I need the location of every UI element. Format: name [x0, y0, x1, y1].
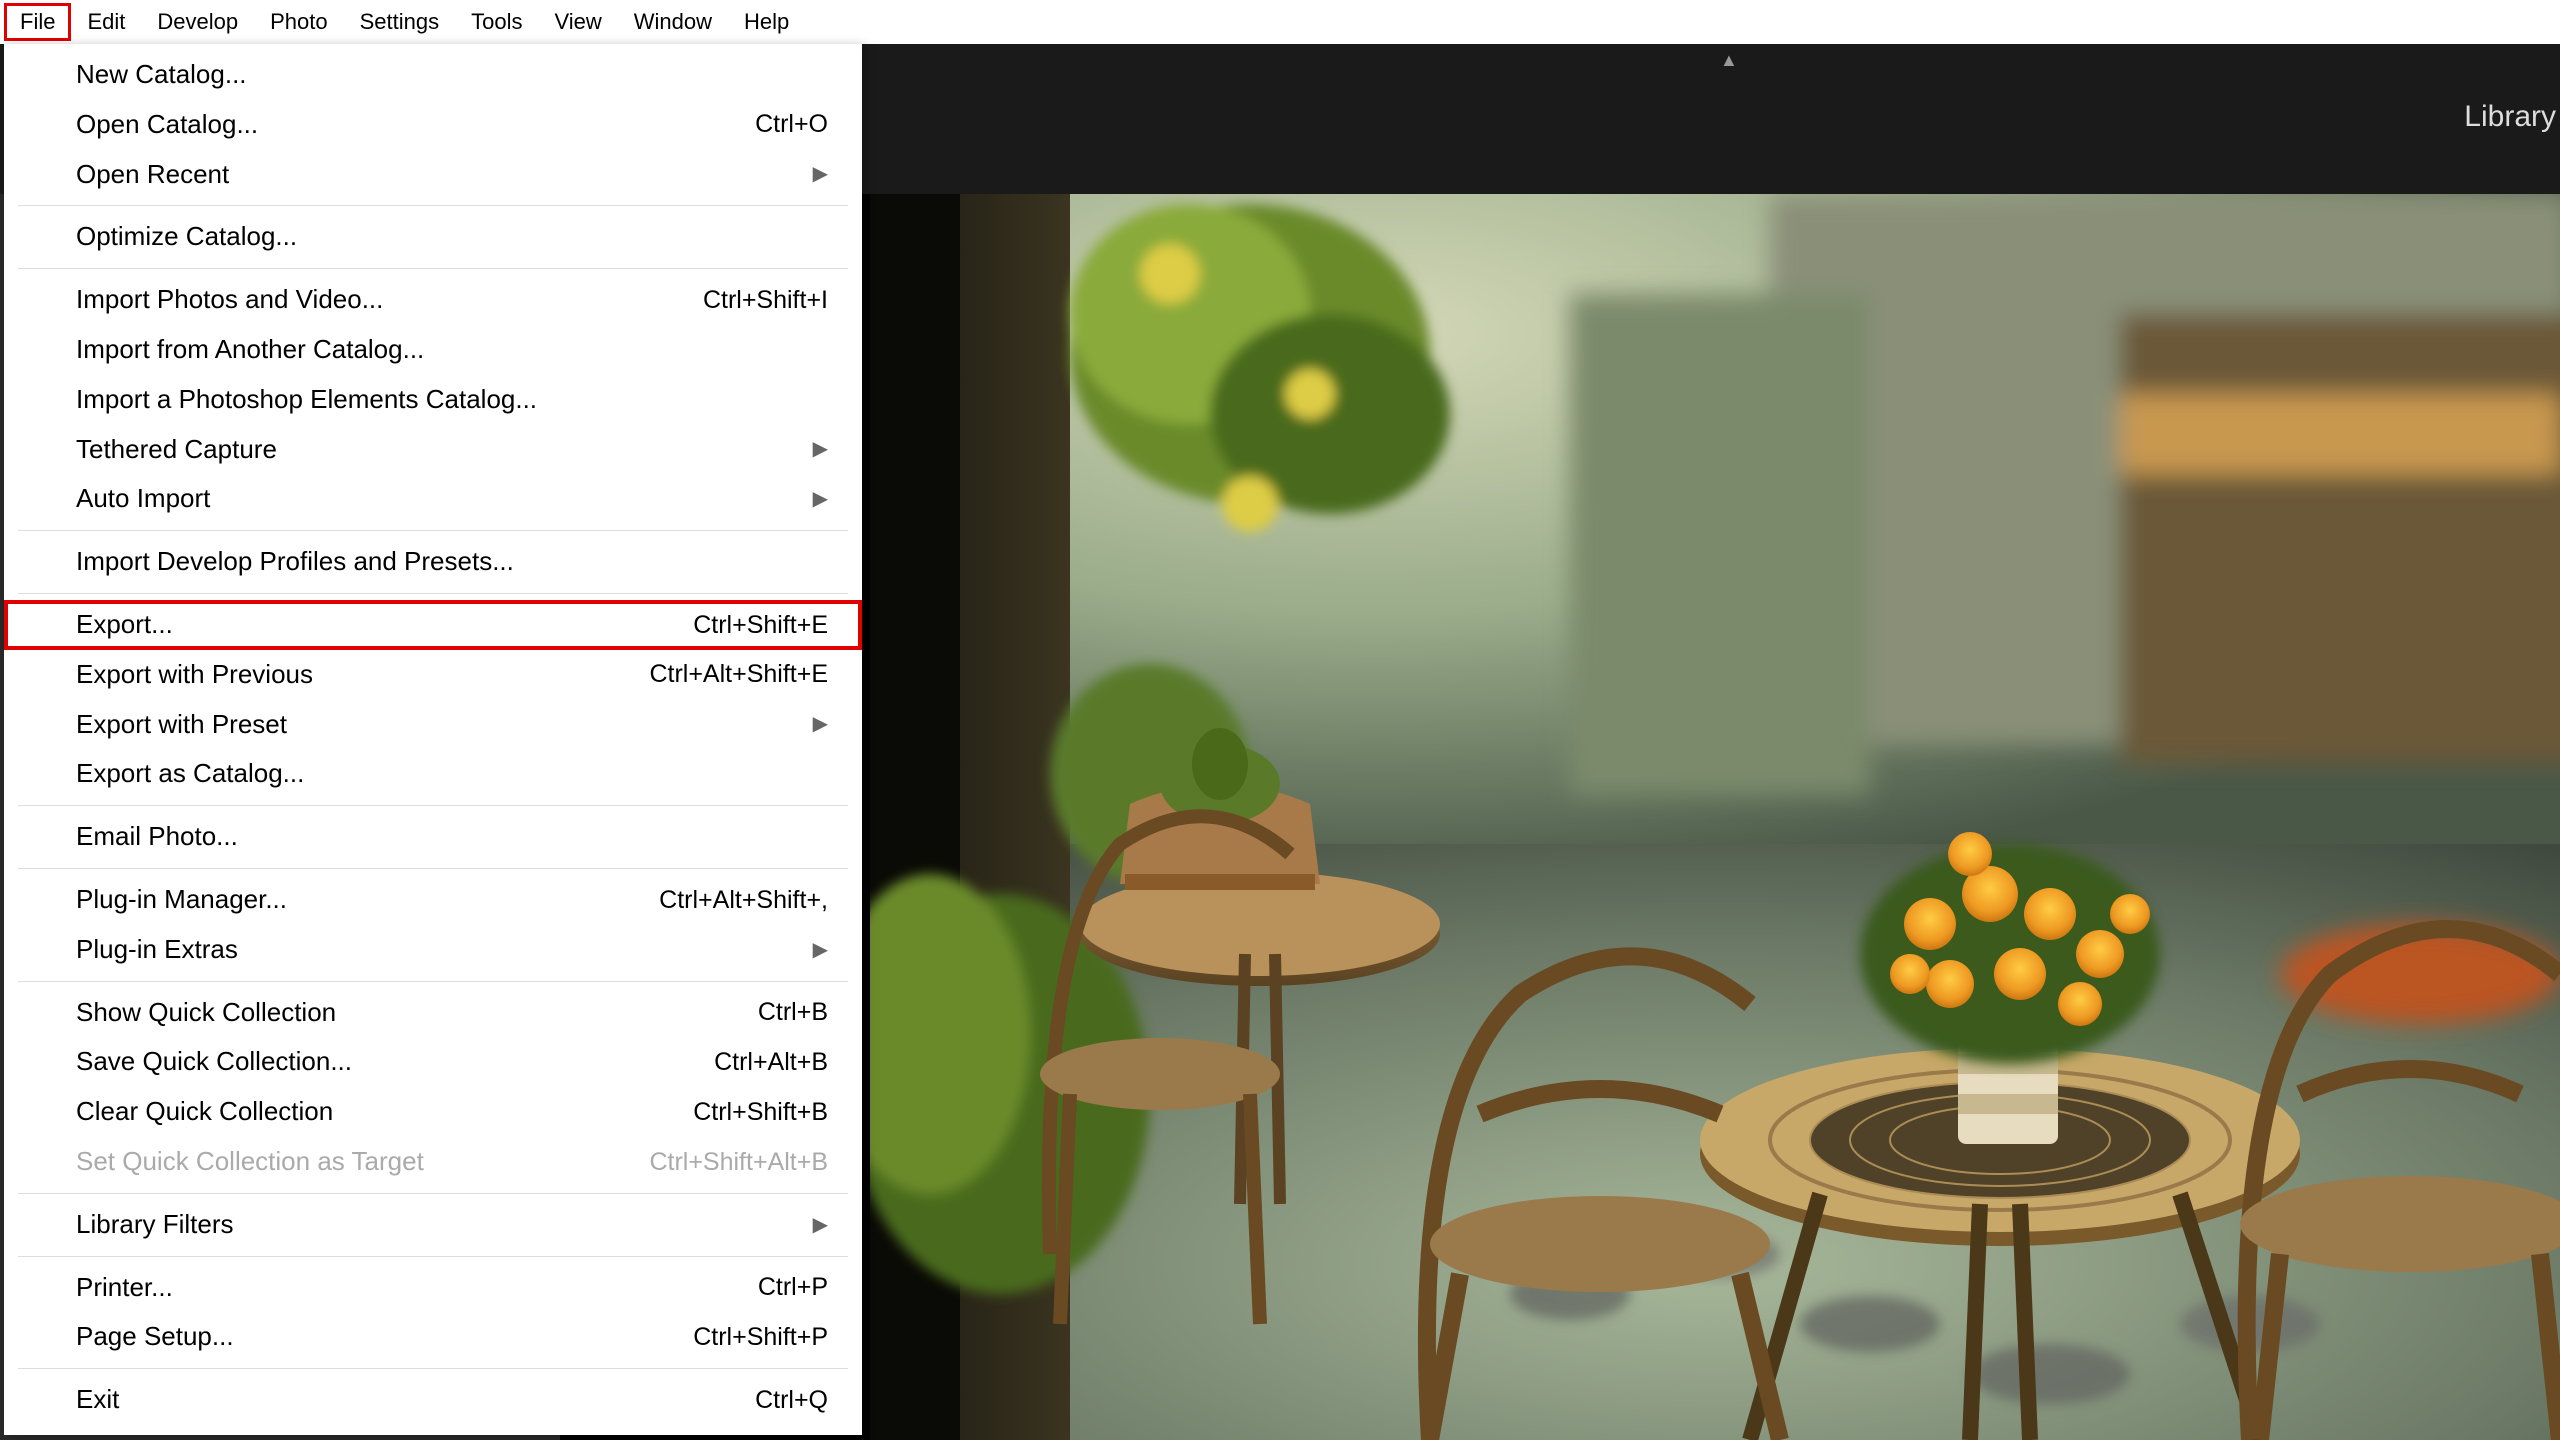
menu-item-library-filters[interactable]: Library Filters ▶ — [4, 1200, 862, 1250]
menu-item-plug-in-extras[interactable]: Plug-in Extras ▶ — [4, 925, 862, 975]
menu-item-plug-in-manager[interactable]: Plug-in Manager...Ctrl+Alt+Shift+, — [4, 875, 862, 925]
menu-item-show-quick-collection[interactable]: Show Quick CollectionCtrl+B — [4, 988, 862, 1038]
menu-separator — [18, 1368, 848, 1369]
menu-separator — [18, 805, 848, 806]
menu-item-label: Plug-in Extras — [76, 933, 801, 967]
menu-item-auto-import[interactable]: Auto Import ▶ — [4, 474, 862, 524]
menu-item-page-setup[interactable]: Page Setup...Ctrl+Shift+P — [4, 1312, 862, 1362]
menu-item-label: Import Photos and Video... — [76, 283, 703, 317]
menu-item-printer[interactable]: Printer...Ctrl+P — [4, 1263, 862, 1313]
menu-item-tethered-capture[interactable]: Tethered Capture ▶ — [4, 425, 862, 475]
menu-item-import-a-photoshop-elements-catalog[interactable]: Import a Photoshop Elements Catalog... — [4, 375, 862, 425]
menu-item-clear-quick-collection[interactable]: Clear Quick CollectionCtrl+Shift+B — [4, 1087, 862, 1137]
menu-item-label: Exit — [76, 1383, 755, 1417]
menu-item-shortcut: Ctrl+Shift+P — [693, 1321, 828, 1354]
menu-item-import-develop-profiles-and-presets[interactable]: Import Develop Profiles and Presets... — [4, 537, 862, 587]
menu-item-shortcut: Ctrl+Shift+E — [693, 609, 828, 642]
menubar-item-file[interactable]: File — [4, 3, 71, 41]
menubar-item-photo[interactable]: Photo — [254, 3, 344, 41]
menu-item-label: Export with Previous — [76, 658, 649, 692]
menu-item-export-as-catalog[interactable]: Export as Catalog... — [4, 749, 862, 799]
menu-item-export[interactable]: Export...Ctrl+Shift+E — [4, 600, 862, 650]
menu-item-label: Export with Preset — [76, 708, 801, 742]
menu-item-label: Save Quick Collection... — [76, 1045, 714, 1079]
collapse-arrow-icon[interactable]: ▲ — [1720, 50, 1738, 71]
menu-item-save-quick-collection[interactable]: Save Quick Collection...Ctrl+Alt+B — [4, 1037, 862, 1087]
menubar-item-window[interactable]: Window — [618, 3, 728, 41]
menu-separator — [18, 1256, 848, 1257]
chevron-right-icon: ▶ — [813, 161, 828, 187]
photo-preview[interactable] — [870, 194, 2560, 1440]
chevron-right-icon: ▶ — [813, 1212, 828, 1238]
menu-item-import-photos-and-video[interactable]: Import Photos and Video...Ctrl+Shift+I — [4, 275, 862, 325]
menu-item-shortcut: Ctrl+Shift+Alt+B — [649, 1146, 828, 1179]
menu-item-open-recent[interactable]: Open Recent ▶ — [4, 150, 862, 200]
menu-item-label: New Catalog... — [76, 58, 828, 92]
menu-item-label: Import a Photoshop Elements Catalog... — [76, 383, 828, 417]
chevron-right-icon: ▶ — [813, 486, 828, 512]
menu-separator — [18, 981, 848, 982]
chevron-right-icon: ▶ — [813, 436, 828, 462]
menu-item-open-catalog[interactable]: Open Catalog...Ctrl+O — [4, 100, 862, 150]
menu-item-label: Optimize Catalog... — [76, 220, 828, 254]
menubar: FileEditDevelopPhotoSettingsToolsViewWin… — [0, 0, 2560, 44]
menu-separator — [18, 268, 848, 269]
menu-item-shortcut: Ctrl+Shift+B — [693, 1096, 828, 1129]
menu-separator — [18, 205, 848, 206]
chevron-right-icon: ▶ — [813, 937, 828, 963]
chevron-right-icon: ▶ — [813, 711, 828, 737]
menu-item-exit[interactable]: ExitCtrl+Q — [4, 1375, 862, 1425]
menu-item-label: Printer... — [76, 1271, 758, 1305]
menu-separator — [18, 593, 848, 594]
menu-item-label: Page Setup... — [76, 1320, 693, 1354]
menu-item-label: Auto Import — [76, 482, 801, 516]
menu-item-label: Open Recent — [76, 158, 801, 192]
menubar-item-tools[interactable]: Tools — [455, 3, 538, 41]
file-menu-dropdown: New Catalog...Open Catalog...Ctrl+OOpen … — [4, 44, 862, 1435]
menu-item-import-from-another-catalog[interactable]: Import from Another Catalog... — [4, 325, 862, 375]
menu-item-label: Import from Another Catalog... — [76, 333, 828, 367]
menu-item-label: Export... — [76, 608, 693, 642]
menu-item-label: Open Catalog... — [76, 108, 755, 142]
menu-item-shortcut: Ctrl+Alt+Shift+E — [649, 658, 828, 691]
menu-item-new-catalog[interactable]: New Catalog... — [4, 50, 862, 100]
menubar-item-view[interactable]: View — [538, 3, 617, 41]
menubar-item-settings[interactable]: Settings — [344, 3, 456, 41]
menu-item-label: Set Quick Collection as Target — [76, 1145, 649, 1179]
menubar-item-develop[interactable]: Develop — [141, 3, 254, 41]
menu-item-label: Import Develop Profiles and Presets... — [76, 545, 828, 579]
menu-item-export-with-previous[interactable]: Export with PreviousCtrl+Alt+Shift+E — [4, 650, 862, 700]
menu-item-label: Tethered Capture — [76, 433, 801, 467]
menu-item-label: Email Photo... — [76, 820, 828, 854]
menu-item-label: Library Filters — [76, 1208, 801, 1242]
menu-item-label: Plug-in Manager... — [76, 883, 659, 917]
menu-item-optimize-catalog[interactable]: Optimize Catalog... — [4, 212, 862, 262]
module-tab-library[interactable]: Library — [2464, 100, 2556, 134]
menu-item-label: Clear Quick Collection — [76, 1095, 693, 1129]
menu-item-shortcut: Ctrl+P — [758, 1271, 828, 1304]
menubar-item-edit[interactable]: Edit — [71, 3, 141, 41]
menu-item-set-quick-collection-as-target: Set Quick Collection as TargetCtrl+Shift… — [4, 1137, 862, 1187]
menu-item-shortcut: Ctrl+Q — [755, 1384, 828, 1417]
menu-separator — [18, 1193, 848, 1194]
menubar-item-help[interactable]: Help — [728, 3, 805, 41]
menu-item-shortcut: Ctrl+Shift+I — [703, 284, 828, 317]
menu-separator — [18, 530, 848, 531]
menu-item-label: Show Quick Collection — [76, 996, 758, 1030]
menu-item-email-photo[interactable]: Email Photo... — [4, 812, 862, 862]
menu-item-shortcut: Ctrl+B — [758, 996, 828, 1029]
menu-item-label: Export as Catalog... — [76, 757, 828, 791]
menu-item-export-with-preset[interactable]: Export with Preset ▶ — [4, 700, 862, 750]
menu-item-shortcut: Ctrl+Alt+Shift+, — [659, 884, 828, 917]
menu-separator — [18, 868, 848, 869]
menu-item-shortcut: Ctrl+Alt+B — [714, 1046, 828, 1079]
menu-item-shortcut: Ctrl+O — [755, 108, 828, 141]
